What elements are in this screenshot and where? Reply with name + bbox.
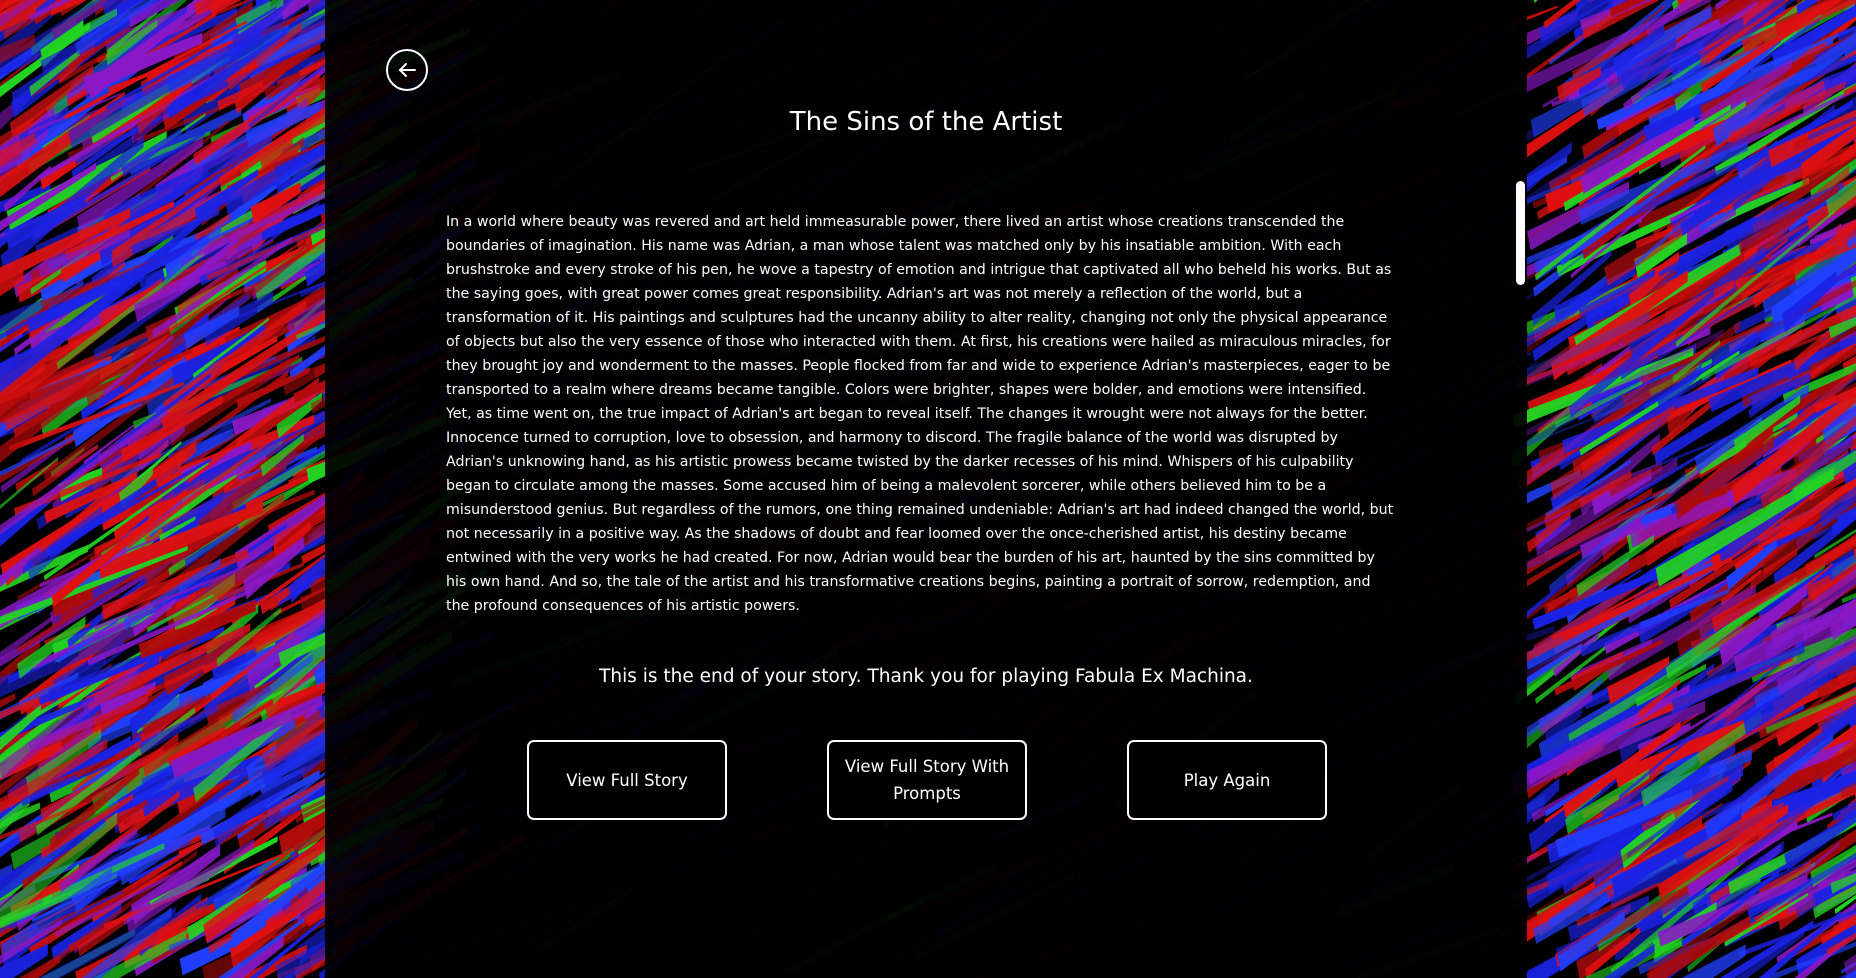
- view-full-story-with-prompts-button[interactable]: View Full Story With Prompts: [827, 740, 1027, 820]
- story-title: The Sins of the Artist: [789, 107, 1063, 137]
- play-again-button[interactable]: Play Again: [1127, 740, 1327, 820]
- view-full-story-button[interactable]: View Full Story: [527, 740, 727, 820]
- back-button[interactable]: [386, 49, 428, 91]
- scrollbar[interactable]: [1513, 0, 1527, 978]
- story-text: In a world where beauty was revered and …: [446, 214, 1394, 614]
- scrollbar-thumb[interactable]: [1516, 181, 1525, 285]
- end-message: This is the end of your story. Thank you…: [599, 666, 1253, 687]
- arrow-left-icon: [399, 63, 416, 77]
